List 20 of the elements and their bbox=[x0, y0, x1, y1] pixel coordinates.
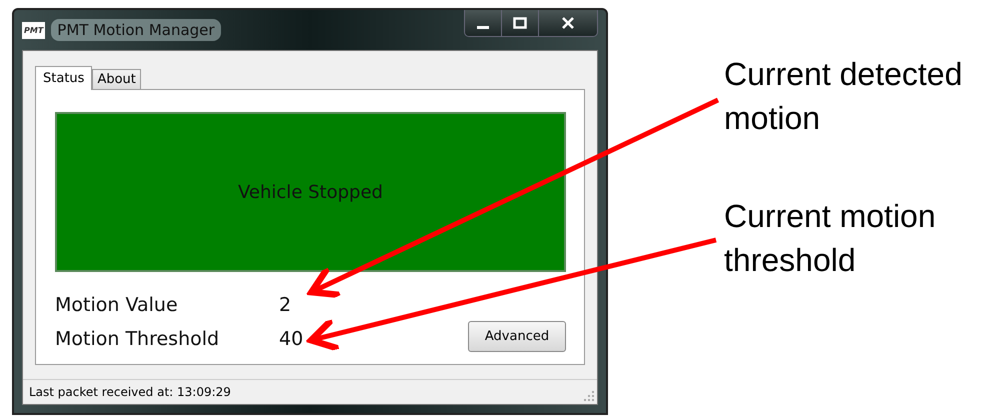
minimize-icon bbox=[477, 26, 489, 28]
maximize-icon bbox=[513, 16, 527, 30]
reading-value: 40 bbox=[279, 328, 304, 350]
maximize-button[interactable] bbox=[502, 10, 539, 36]
annotation-text: Current detected motion bbox=[724, 55, 964, 138]
reading-label: Motion Value bbox=[55, 294, 179, 316]
annotation-text: Current motion threshold bbox=[724, 197, 937, 280]
close-icon bbox=[561, 16, 575, 30]
reading-value: 2 bbox=[279, 294, 292, 316]
tab[interactable]: About bbox=[92, 69, 141, 89]
advanced-button[interactable]: Advanced bbox=[468, 321, 566, 352]
status-bar-text: Last packet received at: 13:09:29 bbox=[29, 385, 231, 399]
close-button[interactable] bbox=[539, 10, 597, 36]
reading-label: Motion Threshold bbox=[55, 328, 220, 350]
app-logo: PMT bbox=[22, 22, 46, 38]
tab[interactable]: Status bbox=[35, 66, 92, 90]
status-text: Vehicle Stopped bbox=[238, 182, 383, 202]
window-title: PMT Motion Manager bbox=[51, 19, 221, 41]
resize-grip-icon bbox=[584, 391, 594, 401]
minimize-button[interactable] bbox=[465, 10, 502, 36]
